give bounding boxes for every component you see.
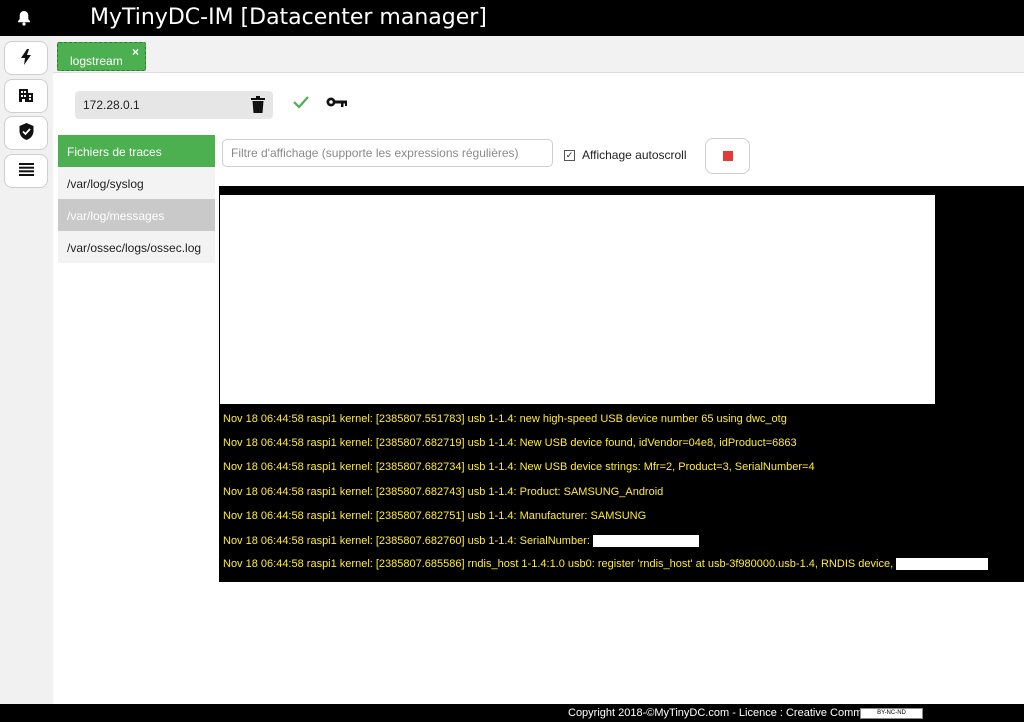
- sidebar-item-security[interactable]: [4, 116, 48, 150]
- trace-file-item-selected[interactable]: /var/log/messages: [58, 199, 215, 231]
- log-line: Nov 18 06:44:58 raspi1 kernel: [2385807.…: [223, 413, 787, 425]
- lightning-icon: [20, 48, 32, 68]
- log-line: Nov 18 06:44:58 raspi1 kernel: [2385807.…: [223, 437, 797, 449]
- log-line: Nov 18 06:44:58 raspi1 kernel: [2385807.…: [223, 486, 664, 498]
- redacted-block: [592, 535, 699, 548]
- sidebar-item-datacenter[interactable]: [4, 79, 48, 113]
- trace-file-item[interactable]: /var/ossec/logs/ossec.log: [58, 231, 215, 263]
- sidebar-item-power[interactable]: [4, 41, 48, 75]
- sidebar-item-list[interactable]: [4, 154, 48, 188]
- log-line: Nov 18 06:44:58 raspi1 kernel: [2385807.…: [223, 510, 647, 522]
- shield-icon: [19, 123, 34, 143]
- bell-icon[interactable]: [14, 8, 34, 28]
- autoscroll-toggle[interactable]: ✓ Affichage autoscroll: [564, 148, 687, 162]
- log-blank-area: [220, 195, 935, 404]
- autoscroll-label: Affichage autoscroll: [582, 148, 687, 162]
- stop-button[interactable]: [705, 138, 750, 174]
- top-bar: MyTinyDC-IM [Datacenter manager]: [0, 0, 1024, 36]
- checkbox-checked-icon[interactable]: ✓: [564, 149, 575, 161]
- app-title: MyTinyDC-IM [Datacenter manager]: [90, 5, 487, 30]
- log-line: Nov 18 06:44:58 raspi1 kernel: [2385807.…: [223, 535, 699, 548]
- log-line-text: Nov 18 06:44:58 raspi1 kernel: [2385807.…: [223, 558, 894, 570]
- tab-logstream[interactable]: logstream ×: [57, 42, 146, 71]
- stop-icon: [722, 151, 733, 161]
- log-output: Nov 18 06:44:58 raspi1 kernel: [2385807.…: [219, 186, 1024, 582]
- redacted-block: [896, 558, 989, 571]
- host-field[interactable]: 172.28.0.1: [75, 91, 273, 119]
- log-line: Nov 18 06:44:58 raspi1 kernel: [2385807.…: [223, 558, 989, 571]
- trash-icon[interactable]: [251, 96, 267, 114]
- tab-strip: logstream ×: [53, 36, 1024, 73]
- key-icon[interactable]: [326, 96, 348, 108]
- traces-header: Fichiers de traces: [58, 135, 215, 167]
- sidebar: [0, 36, 53, 704]
- trace-file-item[interactable]: /var/log/syslog: [58, 167, 215, 199]
- building-icon: [18, 87, 34, 106]
- cc-license-badge[interactable]: BY-NC-ND: [860, 708, 923, 719]
- log-line: Nov 18 06:44:58 raspi1 kernel: [2385807.…: [223, 461, 815, 473]
- check-icon[interactable]: [292, 94, 310, 110]
- footer: Copyright 2018-©MyTinyDC.com - Licence :…: [0, 704, 1024, 722]
- log-line-text: Nov 18 06:44:58 raspi1 kernel: [2385807.…: [223, 535, 590, 547]
- list-icon: [18, 163, 34, 179]
- host-ip: 172.28.0.1: [83, 98, 140, 112]
- close-icon[interactable]: ×: [132, 45, 139, 59]
- tab-label: logstream: [70, 54, 123, 68]
- filter-input[interactable]: [222, 139, 553, 167]
- footer-copyright: Copyright 2018-©MyTinyDC.com - Licence :…: [568, 707, 881, 719]
